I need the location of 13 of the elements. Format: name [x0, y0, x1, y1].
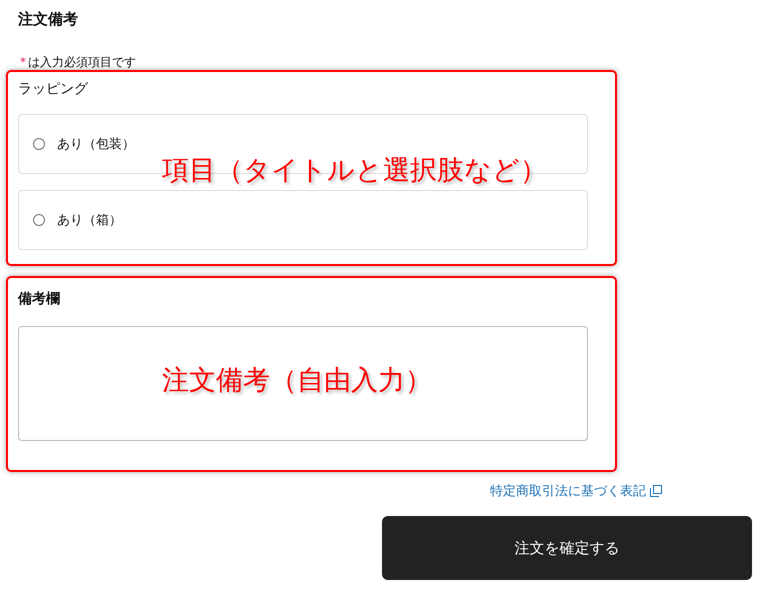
confirm-order-button[interactable]: 注文を確定する — [382, 516, 752, 580]
required-mark: * — [20, 55, 26, 69]
annotation-label: 注文備考（自由入力） — [162, 364, 432, 398]
legal-notice-link[interactable]: 特定商取引法に基づく表記 — [490, 482, 646, 500]
radio-button[interactable] — [33, 138, 45, 150]
field-label: ラッピング — [18, 80, 90, 99]
field-label: 備考欄 — [18, 290, 61, 309]
radio-button[interactable] — [33, 214, 45, 226]
notes-field[interactable] — [18, 326, 588, 441]
section-title: 注文備考 — [18, 9, 79, 30]
required-note: は入力必須項目です — [28, 54, 136, 70]
radio-option[interactable]: あり（箱） — [18, 190, 588, 250]
external-link-icon — [650, 485, 662, 497]
